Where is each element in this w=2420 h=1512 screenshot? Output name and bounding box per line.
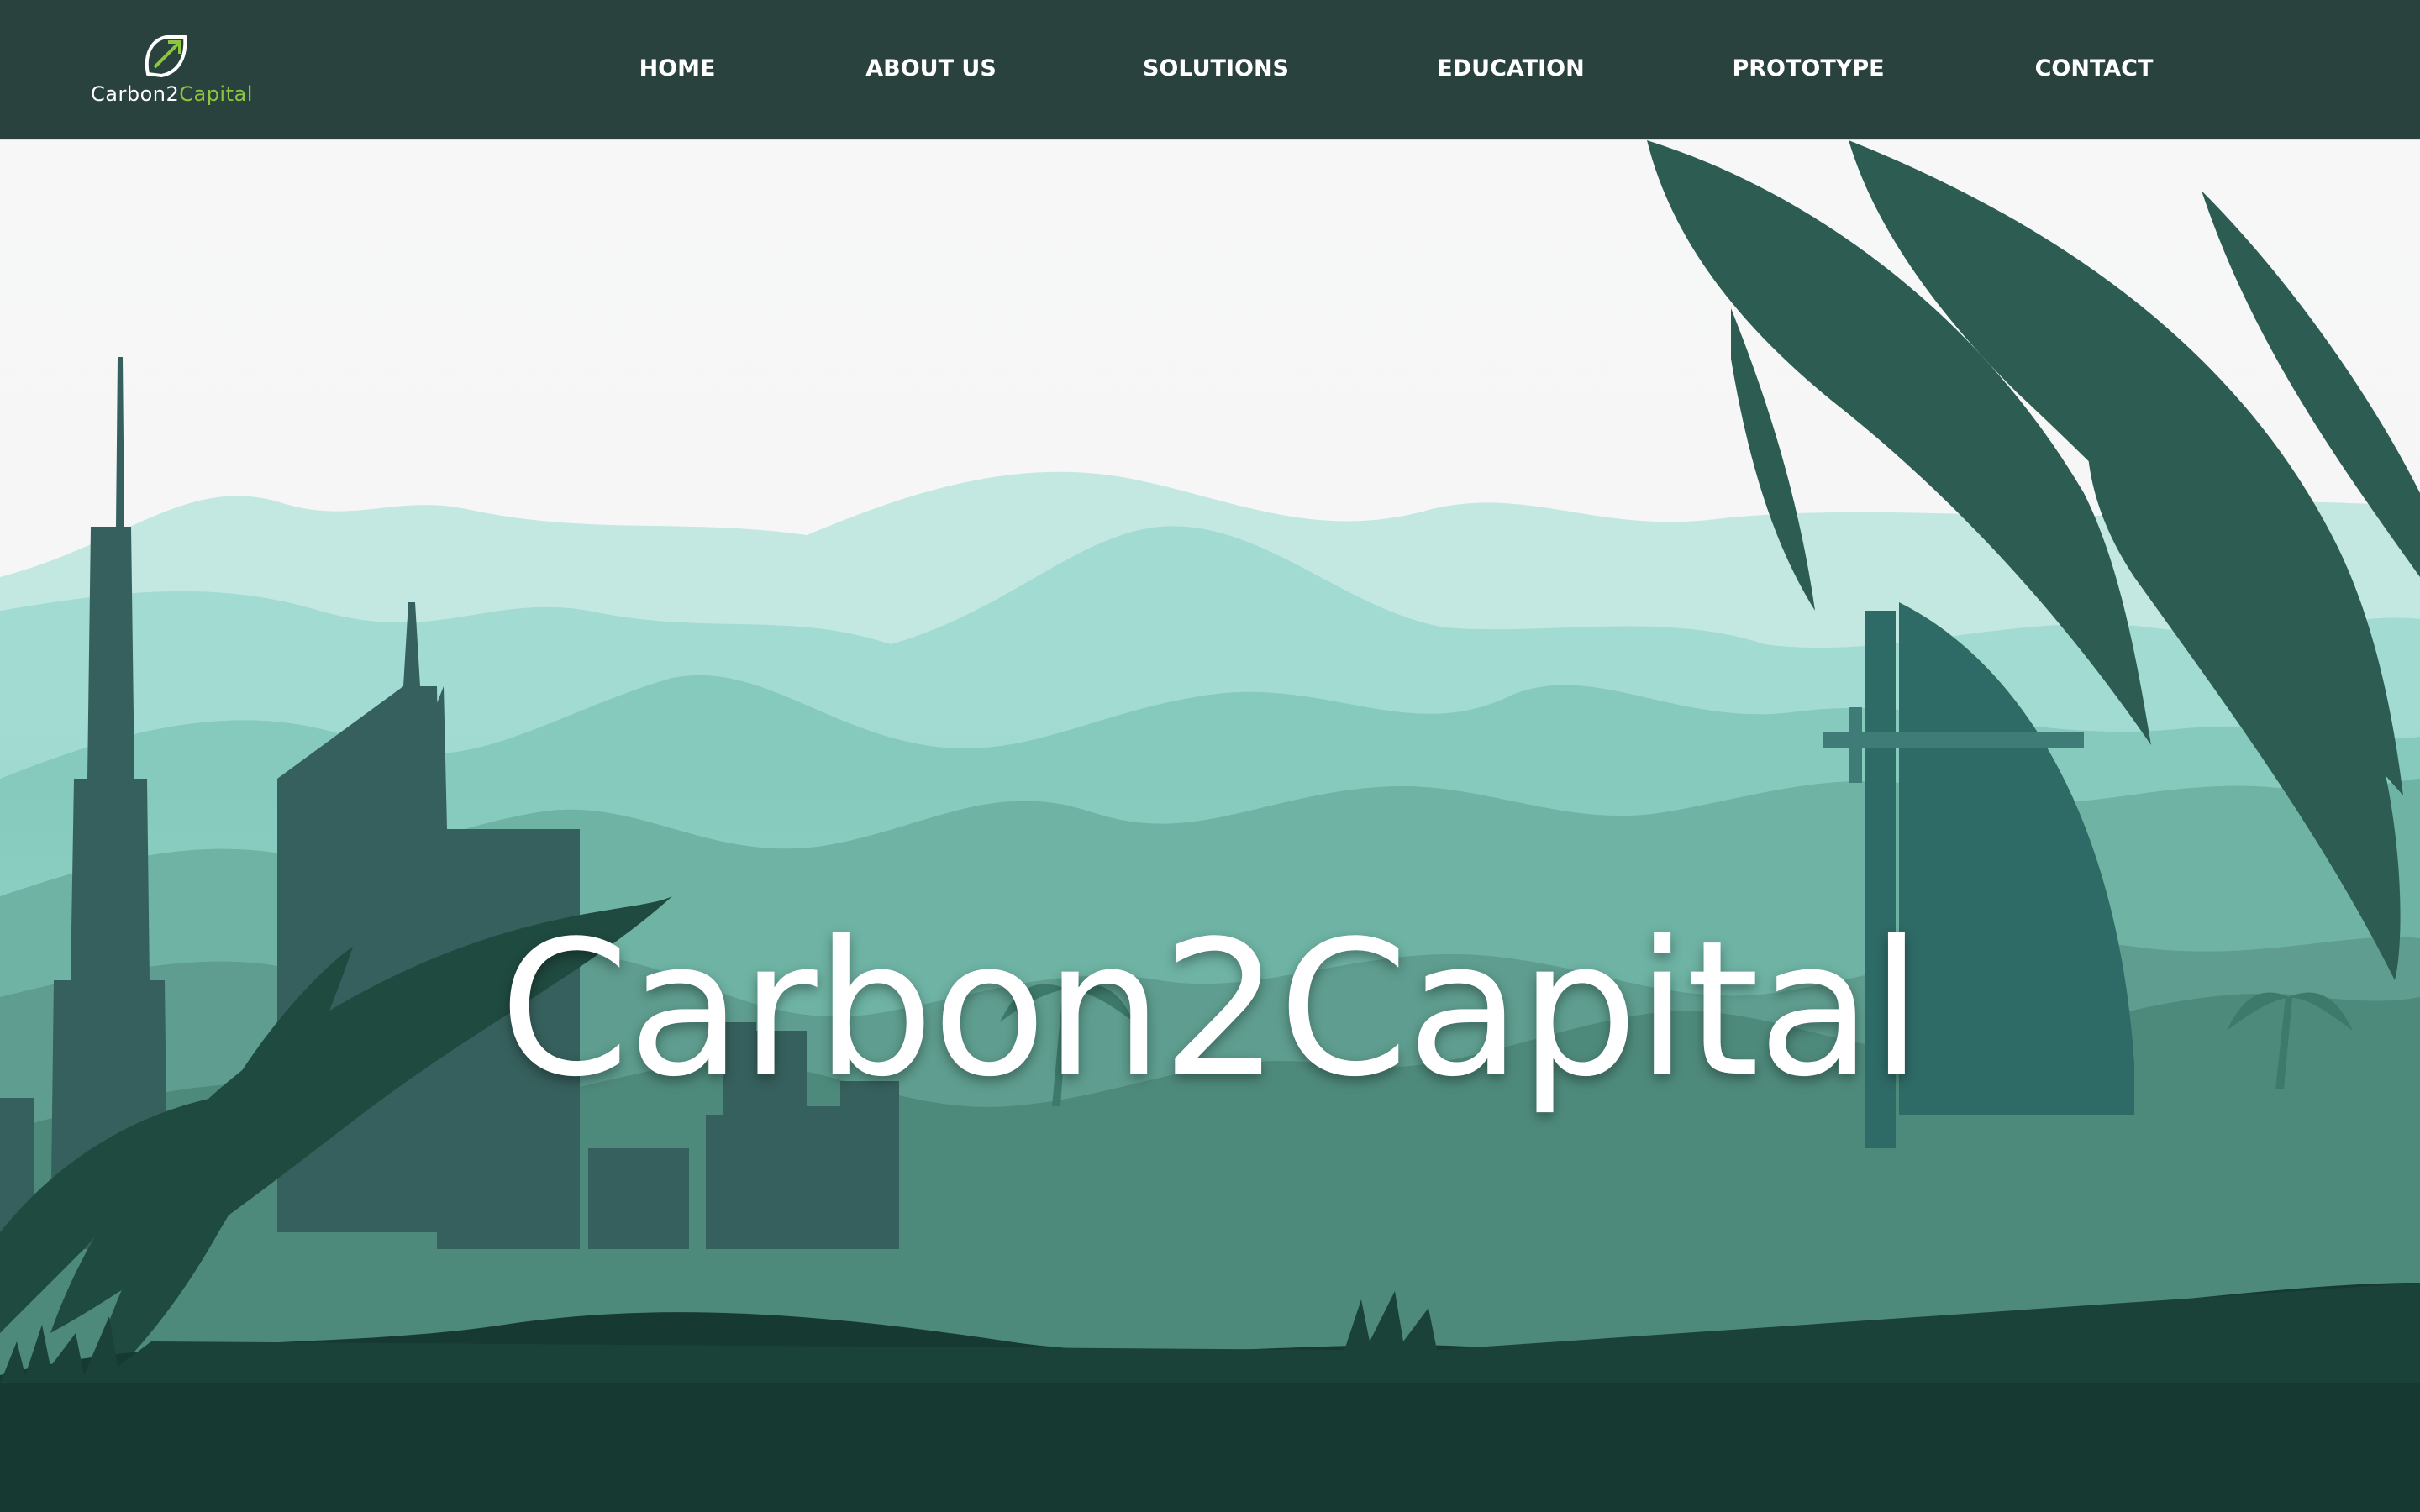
hero-section	[0, 140, 2420, 1512]
nav-about-us[interactable]: ABOUT US	[865, 55, 997, 81]
hero-title: Carbon2Capital	[499, 900, 1922, 1118]
brand-logo[interactable]: Carbon2Capital	[87, 32, 255, 116]
top-navbar: Carbon2Capital HOME ABOUT US SOLUTIONS E…	[0, 0, 2420, 140]
brand-name: Carbon2Capital	[91, 82, 253, 106]
nav-contact[interactable]: CONTACT	[2035, 55, 2154, 81]
nav-education[interactable]: EDUCATION	[1437, 55, 1584, 81]
nav-home[interactable]: HOME	[639, 55, 716, 81]
brand-name-part1: Carbon2	[91, 82, 180, 106]
brand-name-part2: Capital	[179, 82, 253, 106]
nav-prototype[interactable]: PROTOTYPE	[1732, 55, 1884, 81]
nav-solutions[interactable]: SOLUTIONS	[1143, 55, 1289, 81]
hero-illustration	[0, 140, 2420, 1512]
leaf-growth-arrow-icon	[145, 35, 187, 78]
